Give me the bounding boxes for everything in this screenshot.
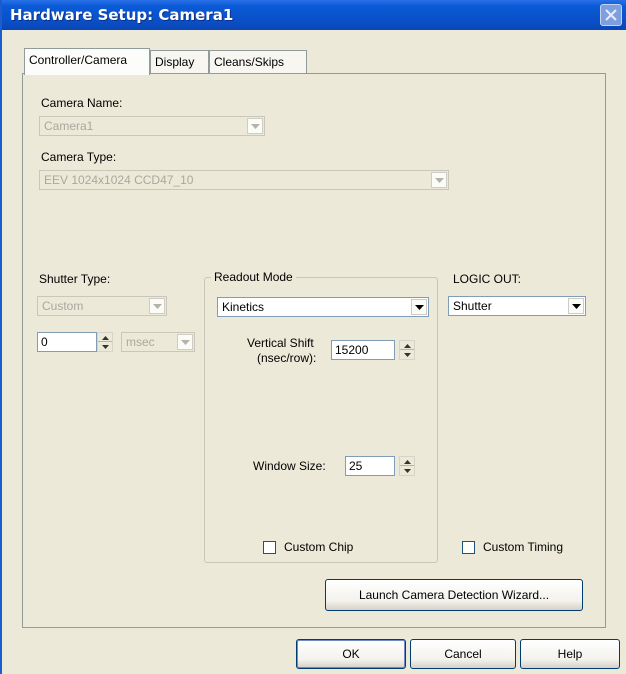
shutter-type-value: Custom	[42, 299, 84, 313]
tab-label: Display	[155, 55, 195, 69]
logic-out-value: Shutter	[453, 299, 492, 313]
controller-camera-panel: Camera Name: Camera1 Camera Type: EEV 10…	[22, 73, 606, 628]
window-title: Hardware Setup: Camera1	[10, 6, 234, 24]
tab-controller-camera[interactable]: Controller/Camera	[24, 48, 150, 75]
shutter-type-label: Shutter Type:	[39, 272, 111, 286]
tab-label: Cleans/Skips	[214, 55, 285, 69]
readout-mode-value: Kinetics	[222, 300, 265, 314]
chevron-down-icon	[247, 118, 263, 134]
custom-timing-label: Custom Timing	[483, 540, 564, 554]
close-icon	[605, 9, 617, 21]
shutter-delay-spinner[interactable]	[97, 332, 113, 352]
vertical-shift-input[interactable]: 15200	[331, 340, 395, 360]
dialog-window: Hardware Setup: Camera1 Controller/Camer…	[0, 0, 626, 674]
custom-timing-checkbox[interactable]	[462, 541, 475, 554]
title-bar: Hardware Setup: Camera1	[2, 0, 626, 30]
readout-mode-group: Readout Mode Kinetics Vertical Shift (ns…	[204, 270, 438, 563]
custom-chip-label: Custom Chip	[284, 540, 354, 554]
camera-name-label: Camera Name:	[41, 96, 123, 110]
readout-mode-label: Readout Mode	[211, 270, 296, 284]
window-size-spinner[interactable]	[399, 456, 415, 476]
camera-type-label: Camera Type:	[41, 150, 117, 164]
chevron-down-icon	[568, 298, 584, 314]
shutter-type-select[interactable]: Custom	[37, 296, 167, 316]
vertical-shift-spinner[interactable]	[399, 340, 415, 360]
tab-cleans-skips[interactable]: Cleans/Skips	[209, 50, 307, 74]
shutter-unit-select[interactable]: msec	[121, 332, 195, 352]
spin-down-arrow-icon[interactable]	[98, 342, 112, 351]
camera-name-value: Camera1	[44, 119, 94, 133]
shutter-delay-input[interactable]: 0	[37, 332, 97, 352]
chevron-down-icon	[411, 299, 427, 315]
spin-up-arrow-icon[interactable]	[400, 457, 414, 466]
spin-up-arrow-icon[interactable]	[400, 341, 414, 350]
cancel-button[interactable]: Cancel	[410, 639, 516, 669]
spin-down-arrow-icon[interactable]	[400, 466, 414, 475]
launch-camera-detection-wizard-button[interactable]: Launch Camera Detection Wizard...	[325, 579, 583, 611]
window-size-value: 25	[349, 459, 363, 473]
help-button[interactable]: Help	[520, 639, 620, 669]
logic-out-select[interactable]: Shutter	[448, 296, 586, 316]
shutter-unit-value: msec	[126, 335, 155, 349]
readout-mode-select[interactable]: Kinetics	[217, 297, 429, 317]
spin-down-arrow-icon[interactable]	[400, 350, 414, 359]
shutter-delay-value: 0	[41, 335, 48, 349]
close-button[interactable]	[600, 4, 622, 26]
spin-up-arrow-icon[interactable]	[98, 333, 112, 342]
chevron-down-icon	[177, 334, 193, 350]
logic-out-label: LOGIC OUT:	[453, 272, 522, 286]
window-size-input[interactable]: 25	[345, 456, 395, 476]
vertical-shift-label: Vertical Shift	[247, 336, 314, 350]
vertical-shift-value: 15200	[335, 343, 369, 357]
tab-display[interactable]: Display	[150, 50, 209, 74]
ok-button[interactable]: OK	[296, 639, 406, 669]
chevron-down-icon	[431, 172, 447, 188]
camera-type-select[interactable]: EEV 1024x1024 CCD47_10	[39, 170, 449, 190]
tab-label: Controller/Camera	[29, 53, 128, 67]
camera-type-value: EEV 1024x1024 CCD47_10	[44, 173, 194, 187]
vertical-shift-unit-label: (nsec/row):	[257, 351, 317, 365]
camera-name-select[interactable]: Camera1	[39, 116, 265, 136]
window-size-label: Window Size:	[253, 459, 326, 473]
chevron-down-icon	[149, 298, 165, 314]
custom-chip-checkbox[interactable]	[263, 541, 276, 554]
